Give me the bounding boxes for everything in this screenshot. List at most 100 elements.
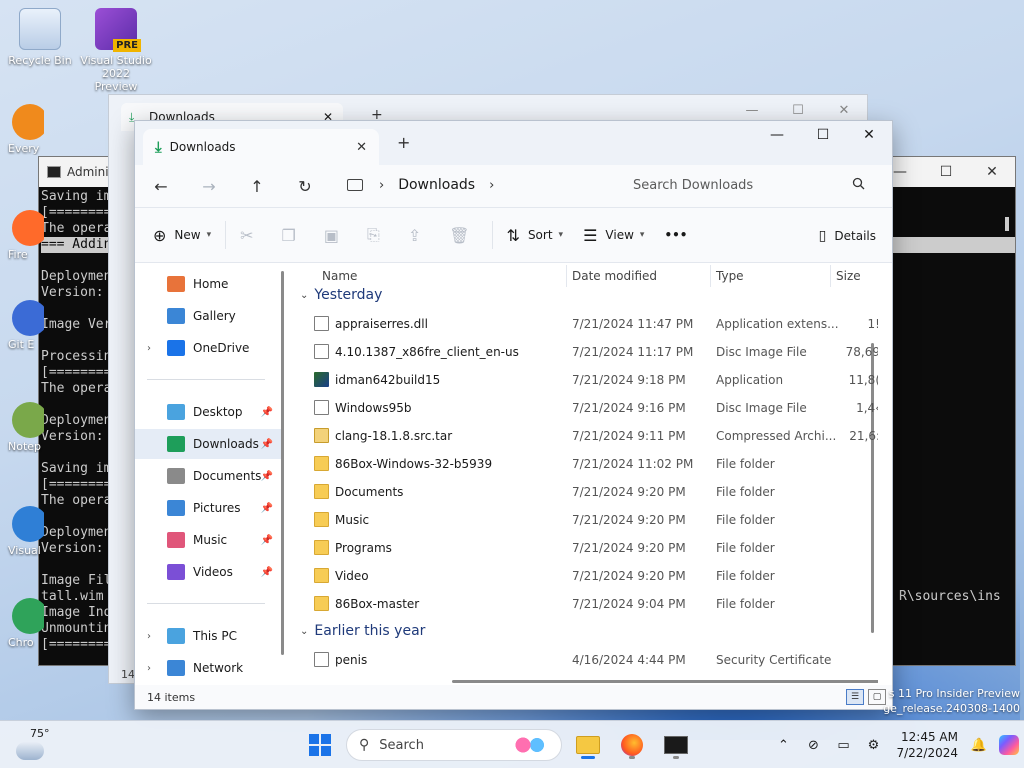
paste-button[interactable]: ▣ (314, 217, 357, 253)
pin-icon[interactable]: 📌 (261, 407, 273, 418)
navigation-pane-scrollbar[interactable] (281, 271, 284, 655)
file-list[interactable]: Name Date modified Type Size ⌄ Yesterday a… (292, 263, 878, 685)
nav-item-desktop[interactable]: Desktop 📌 (135, 397, 281, 427)
nav-item-onedrive[interactable]: › OneDrive (135, 333, 281, 363)
column-divider[interactable] (830, 265, 831, 287)
pin-icon[interactable]: 📌 (261, 439, 273, 450)
file-row[interactable]: penis 4/16/2024 4:44 PM Security Certifica… (292, 645, 878, 673)
pin-icon[interactable]: 📌 (261, 471, 273, 482)
file-row[interactable]: 4.10.1387_x86fre_client_en-us 7/21/2024 1… (292, 337, 878, 365)
taskbar-firefox[interactable] (616, 729, 648, 761)
close-button[interactable]: ✕ (846, 121, 892, 149)
pin-icon[interactable]: 📌 (261, 567, 273, 578)
copy-button[interactable]: ❐ (272, 217, 314, 253)
desktop-side-icon[interactable]: Visual Co (0, 506, 44, 557)
display-icon[interactable]: ▭ (828, 730, 858, 760)
chevron-up-icon[interactable]: ⌃ (768, 730, 798, 760)
new-button[interactable]: ⊕ New ▾ (143, 217, 221, 253)
file-row[interactable]: clang-18.1.8.src.tar 7/21/2024 9:11 PM Com… (292, 421, 878, 449)
file-row[interactable]: Programs 7/21/2024 9:20 PM File folder (292, 533, 878, 561)
refresh-button[interactable]: ↻ (281, 168, 329, 204)
more-options-button[interactable]: ••• (654, 217, 697, 253)
pin-icon[interactable]: 📌 (261, 535, 273, 546)
maximize-button[interactable]: ☐ (800, 121, 846, 149)
desktop-icon-recycle-bin[interactable]: Recycle Bin (4, 8, 76, 67)
forward-button[interactable]: → (185, 168, 233, 204)
chevron-right-icon[interactable]: › (489, 178, 494, 193)
copilot-icon[interactable] (994, 730, 1024, 760)
weather-widget[interactable]: 75° (16, 727, 50, 760)
console-scrollbar[interactable] (1005, 217, 1009, 231)
nav-item-home[interactable]: Home (135, 269, 281, 299)
back-button[interactable]: ← (137, 168, 185, 204)
chevron-right-icon[interactable]: › (379, 178, 384, 193)
group-header[interactable]: ⌄ Yesterday (300, 287, 382, 303)
address-bar[interactable]: › Downloads › (335, 169, 607, 201)
background-maximize-button[interactable]: ☐ (775, 99, 821, 121)
nav-item-downloads[interactable]: Downloads 📌 (135, 429, 281, 459)
console-close-button[interactable]: ✕ (969, 157, 1015, 187)
network-offline-icon[interactable]: ⊘ (798, 730, 828, 760)
minimize-button[interactable]: — (754, 121, 800, 149)
tab-downloads[interactable]: ⤓ Downloads ✕ (143, 129, 379, 165)
nav-item-network[interactable]: › Network (135, 653, 281, 683)
file-row[interactable]: Documents 7/21/2024 9:20 PM File folder (292, 477, 878, 505)
chevron-right-icon[interactable]: › (147, 343, 161, 354)
nav-item-music[interactable]: Music 📌 (135, 525, 281, 555)
file-row[interactable]: idman642build15 7/21/2024 9:18 PM Applicat… (292, 365, 878, 393)
cut-button[interactable]: ✂ (230, 217, 271, 253)
view-button[interactable]: ☰ View ▾ (573, 217, 654, 253)
column-header-name[interactable]: Name (322, 269, 357, 283)
chevron-down-icon[interactable]: ⌄ (300, 290, 308, 301)
chevron-down-icon[interactable]: ⌄ (300, 626, 308, 637)
desktop-icon-visual-studio[interactable]: PRE Visual Studio 2022 Preview (80, 8, 152, 93)
taskbar-search[interactable]: ⚲ Search (346, 729, 562, 761)
notification-bell-icon[interactable]: 🔔 (964, 730, 994, 760)
file-list-horizontal-scrollbar[interactable] (452, 680, 878, 683)
taskbar-file-explorer[interactable] (572, 729, 604, 761)
chevron-right-icon[interactable]: › (147, 663, 161, 674)
details-view-toggle[interactable]: ☰ (846, 689, 864, 705)
console-maximize-button[interactable]: ☐ (923, 157, 969, 187)
nav-item-videos[interactable]: Videos 📌 (135, 557, 281, 587)
share-button[interactable]: ⇪ (398, 217, 439, 253)
column-header-date[interactable]: Date modified (572, 269, 657, 283)
file-row[interactable]: Video 7/21/2024 9:20 PM File folder (292, 561, 878, 589)
explorer-window[interactable]: ⤓ Downloads ✕ + — ☐ ✕ ← → ↑ ↻ › Download… (134, 120, 893, 710)
nav-item-documents[interactable]: Documents 📌 (135, 461, 281, 491)
up-button[interactable]: ↑ (233, 168, 281, 204)
nav-item-pictures[interactable]: Pictures 📌 (135, 493, 281, 523)
background-close-button[interactable]: ✕ (821, 99, 867, 121)
search-input[interactable]: Search Downloads (619, 169, 881, 201)
desktop-side-icon[interactable]: Every (0, 104, 44, 155)
tab-close-icon[interactable]: ✕ (356, 140, 367, 155)
file-row[interactable]: 86Box-master 7/21/2024 9:04 PM File folder (292, 589, 878, 617)
nav-item-gallery[interactable]: Gallery (135, 301, 281, 331)
pin-icon[interactable]: 📌 (261, 503, 273, 514)
column-divider[interactable] (710, 265, 711, 287)
navigation-pane[interactable]: Home Gallery › OneDrive Desktop 📌 Downloads 📌 Do… (135, 263, 289, 685)
taskbar-terminal[interactable] (660, 729, 692, 761)
accessibility-icon[interactable]: ⚙ (858, 730, 888, 760)
clock[interactable]: 12:45 AM 7/22/2024 (896, 729, 958, 761)
delete-button[interactable]: 🗑 (439, 217, 487, 253)
breadcrumb-downloads[interactable]: Downloads (398, 177, 475, 193)
details-button[interactable]: ▯ Details (819, 218, 876, 254)
column-divider[interactable] (566, 265, 567, 287)
column-header-type[interactable]: Type (716, 269, 744, 283)
file-row[interactable]: Windows95b 7/21/2024 9:16 PM Disc Image Fi… (292, 393, 878, 421)
desktop-side-icon[interactable]: Fire (0, 210, 44, 261)
background-minimize-button[interactable]: — (729, 99, 775, 121)
desktop-side-icon[interactable]: Notep (0, 402, 44, 453)
file-row[interactable]: appraiserres.dll 7/21/2024 11:47 PM Applic… (292, 309, 878, 337)
rename-button[interactable]: ⎘ (357, 217, 398, 253)
file-row[interactable]: Music 7/21/2024 9:20 PM File folder (292, 505, 878, 533)
file-row[interactable]: 86Box-Windows-32-b5939 7/21/2024 11:02 PM… (292, 449, 878, 477)
new-tab-button[interactable]: + (397, 133, 410, 152)
group-header[interactable]: ⌄ Earlier this year (300, 623, 425, 639)
chevron-right-icon[interactable]: › (147, 631, 161, 642)
desktop-side-icon[interactable]: Chro (0, 598, 44, 649)
desktop-side-icon[interactable]: Git E (0, 300, 44, 351)
start-button[interactable] (304, 729, 336, 761)
nav-item-this-pc[interactable]: › This PC (135, 621, 281, 651)
